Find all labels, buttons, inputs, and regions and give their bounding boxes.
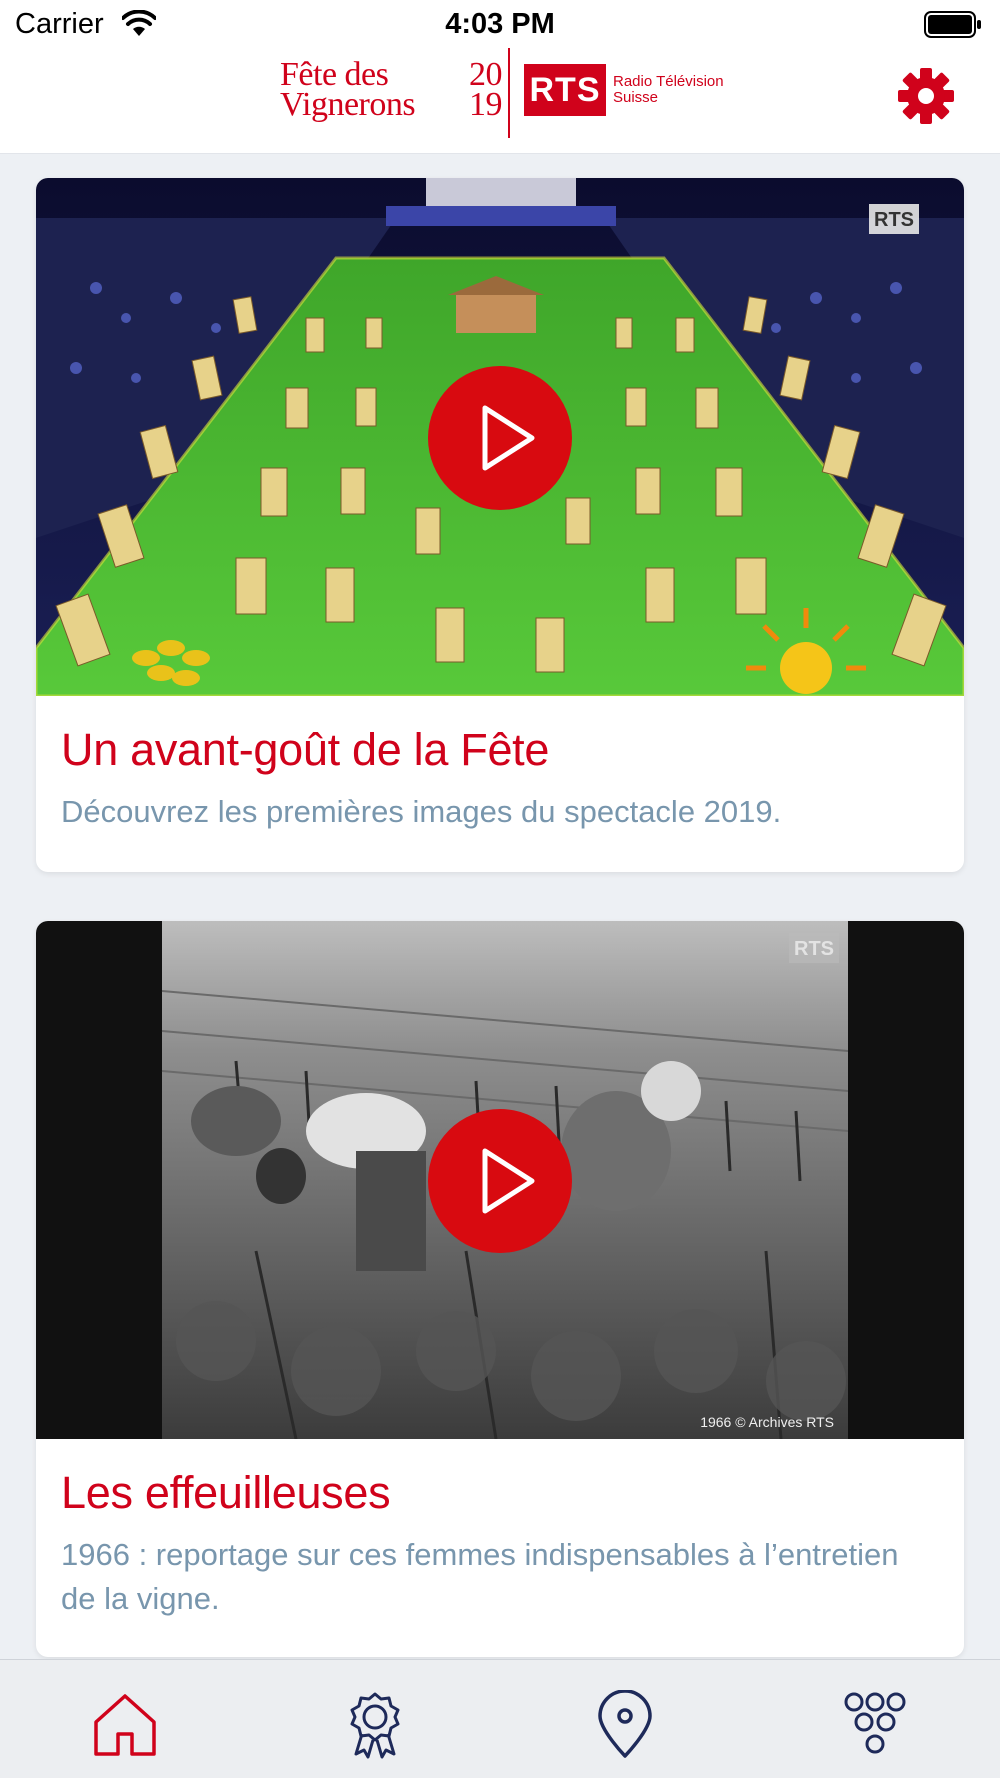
rts-watermark: RTS: [794, 938, 834, 960]
rts-tagline-line1: Radio Télévision: [613, 73, 724, 90]
play-button[interactable]: [428, 1109, 572, 1253]
play-icon: [482, 405, 535, 471]
video-thumbnail[interactable]: RTS: [36, 178, 964, 696]
app-screen: Carrier 4:03 PM Fête des 20 Vignerons 19…: [0, 0, 1000, 1778]
rts-tagline: Radio Télévision Suisse: [613, 74, 733, 106]
rts-logo: RTS: [524, 64, 606, 116]
play-icon: [482, 1148, 535, 1214]
card-description: 1966 : reportage sur ces femmes indispen…: [61, 1537, 899, 1616]
tab-awards[interactable]: [340, 1690, 410, 1760]
video-card[interactable]: RTS 1966 © Archives RTS Les effeuilleuse…: [36, 921, 964, 1657]
video-card[interactable]: RTS Un avant-goût de la Fête Découvrez l…: [36, 178, 964, 872]
home-icon: [94, 1694, 156, 1756]
archive-caption: 1966 © Archives RTS: [700, 1414, 834, 1430]
award-ribbon-icon: [350, 1692, 400, 1759]
status-time: 4:03 PM: [445, 8, 555, 40]
gear-icon[interactable]: [896, 66, 956, 126]
status-bar: Carrier 4:03 PM: [0, 0, 1000, 48]
card-title: Un avant-goût de la Fête: [61, 724, 550, 775]
play-button[interactable]: [428, 366, 572, 510]
logo-line2-num: 19: [469, 86, 503, 123]
rts-tagline-line2: Suisse: [613, 89, 659, 106]
logo-divider: [508, 48, 510, 138]
tab-map[interactable]: [590, 1689, 660, 1760]
tab-home[interactable]: [90, 1690, 160, 1760]
map-pin-icon: [598, 1689, 652, 1758]
rts-watermark: RTS: [874, 209, 914, 231]
card-description: Découvrez les premières images du specta…: [61, 794, 782, 829]
fete-des-vignerons-logo: Fête des 20 Vignerons 19: [280, 58, 503, 123]
tab-bar: [0, 1659, 1000, 1778]
card-title: Les effeuilleuses: [61, 1467, 391, 1518]
grapes-icon: [844, 1692, 906, 1754]
battery-icon: [924, 11, 981, 38]
tab-wines[interactable]: [840, 1690, 910, 1760]
app-header: Fête des 20 Vignerons 19 RTS Radio Télév…: [0, 48, 1000, 154]
video-thumbnail[interactable]: RTS 1966 © Archives RTS: [36, 921, 964, 1439]
logo-line2-word: Vignerons: [280, 86, 416, 123]
